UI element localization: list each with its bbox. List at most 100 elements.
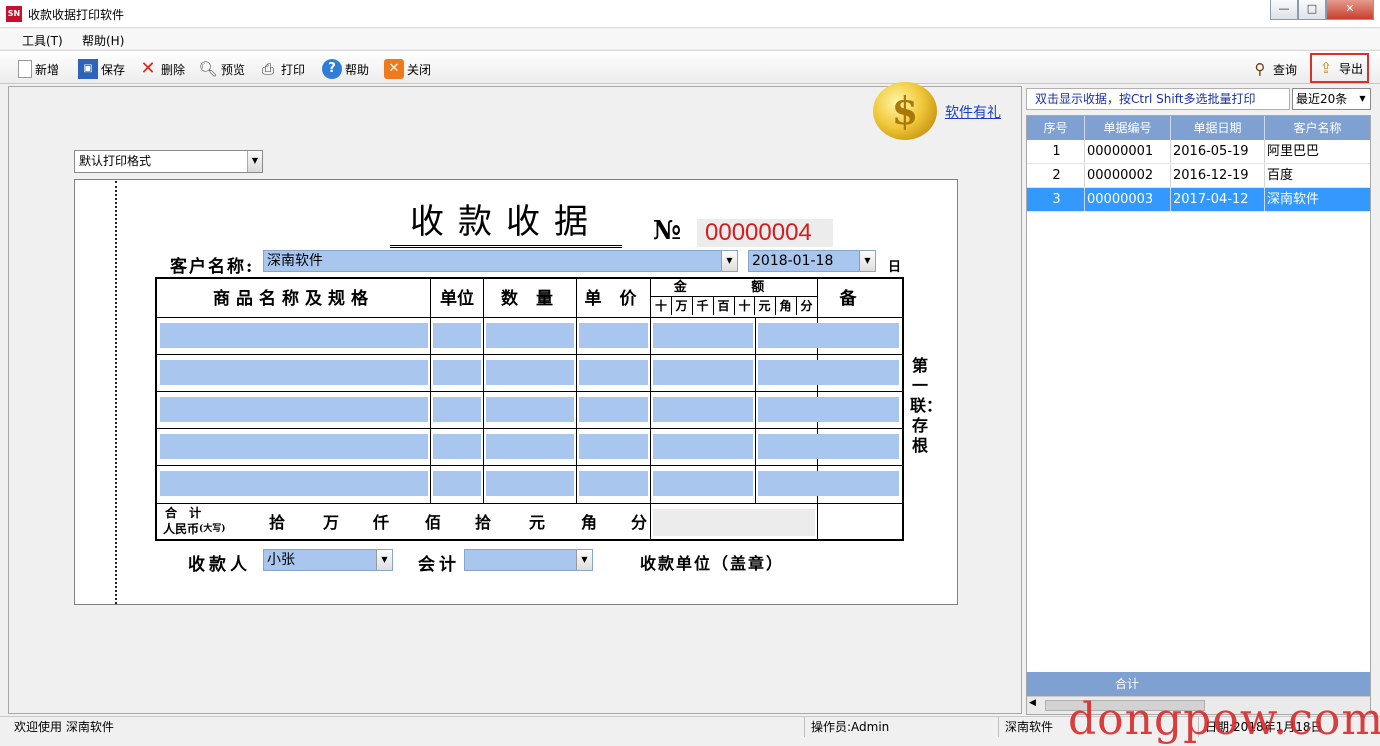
- accountant-select[interactable]: ▼: [464, 549, 593, 571]
- item-remark-input[interactable]: [758, 397, 899, 422]
- close-icon: ✕: [384, 59, 404, 79]
- receipt-list: 序号 单据编号 单据日期 客户名称 1 00000001 2016-05-19 …: [1026, 115, 1371, 715]
- item-remark-input[interactable]: [758, 434, 899, 459]
- close-window-button[interactable]: ✕: [1326, 0, 1374, 20]
- item-name-input[interactable]: [160, 360, 428, 385]
- row-index: 3: [1027, 188, 1085, 211]
- item-remark-input[interactable]: [758, 323, 899, 348]
- unit-char: 佰: [425, 513, 442, 532]
- col-divider: [755, 317, 756, 503]
- item-qty-input[interactable]: [486, 397, 574, 422]
- new-button[interactable]: 新增: [18, 57, 59, 81]
- save-label: 保存: [101, 62, 126, 77]
- item-unit-input[interactable]: [433, 360, 481, 385]
- row-divider: [157, 428, 902, 429]
- watermark: dongpow.com: [1068, 694, 1380, 745]
- item-remark-input[interactable]: [758, 471, 899, 496]
- item-amount-input[interactable]: [653, 323, 753, 348]
- minimize-button[interactable]: —: [1270, 0, 1298, 20]
- preview-button[interactable]: 🔍︎ 预览: [198, 57, 245, 81]
- preview-label: 预览: [221, 62, 246, 77]
- delete-label: 删除: [161, 62, 186, 77]
- header-unit: 单位: [440, 289, 474, 309]
- item-price-input[interactable]: [579, 360, 648, 385]
- total-caps: (大写): [199, 524, 226, 534]
- row-index: 1: [1027, 140, 1085, 163]
- row-number: 00000002: [1085, 164, 1171, 187]
- col-divider: [483, 279, 484, 503]
- print-format-select[interactable]: 默认打印格式 ▼: [74, 150, 263, 173]
- item-amount-input[interactable]: [653, 360, 753, 385]
- query-button[interactable]: ⚲ 查询: [1250, 57, 1298, 81]
- item-remark-input[interactable]: [758, 360, 899, 385]
- gift-coin-icon[interactable]: $: [873, 82, 937, 140]
- item-price-input[interactable]: [579, 323, 648, 348]
- item-price-input[interactable]: [579, 397, 648, 422]
- item-name-input[interactable]: [160, 323, 428, 348]
- payee-unit-label: 收款单位（盖章）: [640, 554, 785, 573]
- item-unit-input[interactable]: [433, 434, 481, 459]
- row-divider: [157, 391, 902, 392]
- export-button[interactable]: ⇪ 导出: [1310, 53, 1370, 83]
- gift-link[interactable]: 软件有礼: [945, 102, 1001, 122]
- table-row[interactable]: 2 00000002 2016-12-19 百度: [1027, 164, 1370, 188]
- column-header[interactable]: 单据编号: [1085, 116, 1171, 140]
- column-header[interactable]: 客户名称: [1265, 116, 1370, 140]
- item-name-input[interactable]: [160, 471, 428, 496]
- total-line2: 人民币: [163, 522, 200, 536]
- item-name-input[interactable]: [160, 397, 428, 422]
- item-qty-input[interactable]: [486, 323, 574, 348]
- row-divider: [157, 503, 902, 504]
- save-button[interactable]: ▣ 保存: [78, 57, 125, 81]
- export-icon: ⇪: [1319, 59, 1333, 77]
- item-qty-input[interactable]: [486, 360, 574, 385]
- unit-char: 万: [323, 513, 340, 532]
- query-label: 查询: [1273, 62, 1298, 77]
- item-amount-input[interactable]: [653, 434, 753, 459]
- customer-name-input[interactable]: 深南软件 ▼: [263, 250, 738, 272]
- item-price-input[interactable]: [579, 434, 648, 459]
- total-amount-field[interactable]: [653, 509, 815, 536]
- total-line1: 合 计: [165, 506, 206, 520]
- date-picker[interactable]: 2018-01-18 ▼: [748, 250, 876, 272]
- payee-select[interactable]: 小张 ▼: [263, 549, 393, 571]
- export-label: 导出: [1339, 61, 1364, 76]
- table-row[interactable]: 1 00000001 2016-05-19 阿里巴巴: [1027, 140, 1370, 164]
- print-button[interactable]: ⎙ 打印: [258, 57, 305, 81]
- digit-header: 万: [671, 297, 691, 315]
- row-divider: [157, 317, 902, 318]
- delete-button[interactable]: ✕ 删除: [138, 57, 185, 81]
- item-price-input[interactable]: [579, 471, 648, 496]
- item-qty-input[interactable]: [486, 434, 574, 459]
- row-divider: [157, 354, 902, 355]
- day-label: 日: [888, 260, 904, 275]
- scroll-left-icon[interactable]: ◀: [1029, 698, 1036, 708]
- payee-label: 收款人: [188, 555, 251, 575]
- row-divider: [157, 465, 902, 466]
- chevron-down-icon[interactable]: ▼: [576, 550, 592, 570]
- new-label: 新增: [35, 62, 60, 77]
- chevron-down-icon[interactable]: ▼: [859, 251, 875, 271]
- column-header[interactable]: 序号: [1027, 116, 1085, 140]
- close-button[interactable]: ✕ 关闭: [384, 57, 431, 81]
- item-name-input[interactable]: [160, 434, 428, 459]
- menu-help[interactable]: 帮助(H): [82, 32, 124, 49]
- chevron-down-icon[interactable]: ▼: [721, 251, 737, 271]
- maximize-button[interactable]: □: [1298, 0, 1326, 20]
- chevron-down-icon[interactable]: ▼: [376, 550, 392, 570]
- recent-count-select[interactable]: 最近20条 ▼: [1292, 88, 1371, 110]
- chevron-down-icon[interactable]: ▼: [1355, 89, 1370, 109]
- unit-char: 拾: [269, 513, 286, 532]
- column-header[interactable]: 单据日期: [1171, 116, 1265, 140]
- item-unit-input[interactable]: [433, 397, 481, 422]
- item-amount-input[interactable]: [653, 471, 753, 496]
- table-row-selected[interactable]: 3 00000003 2017-04-12 深南软件: [1027, 188, 1370, 212]
- item-amount-input[interactable]: [653, 397, 753, 422]
- item-qty-input[interactable]: [486, 471, 574, 496]
- menu-tools[interactable]: 工具(T): [22, 32, 63, 49]
- help-button[interactable]: ? 帮助: [322, 57, 369, 81]
- item-unit-input[interactable]: [433, 323, 481, 348]
- item-unit-input[interactable]: [433, 471, 481, 496]
- print-format-value: 默认打印格式: [79, 154, 152, 168]
- row-index: 2: [1027, 164, 1085, 187]
